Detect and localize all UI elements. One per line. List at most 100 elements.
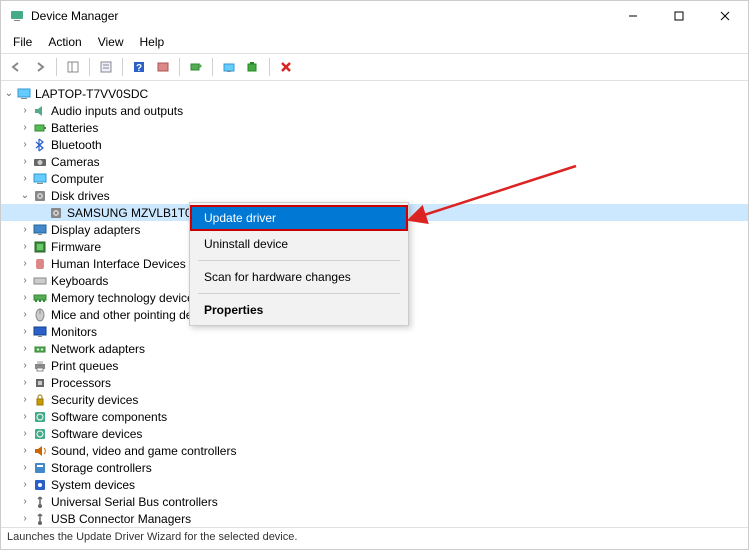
tree-category[interactable]: ›Sound, video and game controllers <box>1 442 748 459</box>
tree-category[interactable]: › Security devices <box>1 391 748 408</box>
tree-category[interactable]: › USB Connector Managers <box>1 510 748 527</box>
chevron-down-icon[interactable]: ⌄ <box>3 88 15 99</box>
chevron-icon[interactable]: › <box>19 411 31 422</box>
minimize-button[interactable] <box>610 1 656 31</box>
tree-category-label: Human Interface Devices <box>51 257 186 271</box>
svg-text:?: ? <box>136 63 142 74</box>
tree-category-label: Cameras <box>51 155 100 169</box>
menu-file[interactable]: File <box>5 33 40 51</box>
app-icon <box>9 8 25 24</box>
tree-category-label: Security devices <box>51 393 138 407</box>
tree-category[interactable]: ›Bluetooth <box>1 136 748 153</box>
tree-category[interactable]: › Batteries <box>1 119 748 136</box>
ctx-uninstall-device[interactable]: Uninstall device <box>190 231 408 257</box>
tree-category[interactable]: › Software components <box>1 408 748 425</box>
tree-category-label: Keyboards <box>51 274 108 288</box>
back-button[interactable] <box>5 56 27 78</box>
ctx-update-driver[interactable]: Update driver <box>190 205 408 231</box>
tree-category[interactable]: ›Computer <box>1 170 748 187</box>
storage-icon <box>32 460 48 476</box>
chevron-icon[interactable]: › <box>19 122 31 133</box>
chevron-icon[interactable]: › <box>19 326 31 337</box>
tree-category[interactable]: ›System devices <box>1 476 748 493</box>
tree-category-label: USB Connector Managers <box>51 512 191 526</box>
chevron-icon[interactable]: › <box>19 309 31 320</box>
tree-category[interactable]: ›Universal Serial Bus controllers <box>1 493 748 510</box>
action-button[interactable] <box>152 56 174 78</box>
menu-view[interactable]: View <box>90 33 132 51</box>
toolbar-separator <box>89 58 90 76</box>
camera-icon <box>32 154 48 170</box>
chevron-icon[interactable]: › <box>19 343 31 354</box>
tree-category[interactable]: ›Audio inputs and outputs <box>1 102 748 119</box>
scan-button[interactable] <box>185 56 207 78</box>
context-menu: Update driver Uninstall device Scan for … <box>189 202 409 326</box>
toolbar-separator <box>212 58 213 76</box>
ctx-scan-hardware[interactable]: Scan for hardware changes <box>190 264 408 290</box>
computer-icon <box>16 86 32 102</box>
hid-icon <box>32 256 48 272</box>
menu-help[interactable]: Help <box>132 33 173 51</box>
tree-category[interactable]: ›Network adapters <box>1 340 748 357</box>
tree-category-label: Memory technology devices <box>51 291 200 305</box>
chevron-icon[interactable]: › <box>19 377 31 388</box>
mouse-icon <box>32 307 48 323</box>
tree-category-label: Processors <box>51 376 111 390</box>
delete-button[interactable] <box>275 56 297 78</box>
chevron-icon[interactable]: › <box>19 105 31 116</box>
update-button[interactable] <box>218 56 240 78</box>
help-button[interactable]: ? <box>128 56 150 78</box>
uninstall-button[interactable] <box>242 56 264 78</box>
chevron-icon[interactable]: › <box>19 360 31 371</box>
memory-icon <box>32 290 48 306</box>
toolbar-separator <box>179 58 180 76</box>
tree-category-label: Batteries <box>51 121 98 135</box>
tree-category-label: Software devices <box>51 427 142 441</box>
tree-category[interactable]: › Processors <box>1 374 748 391</box>
device-manager-window: Device Manager File Action View Help ? ⌄… <box>0 0 749 550</box>
tree-category-label: Display adapters <box>51 223 140 237</box>
tree-category[interactable]: › Cameras <box>1 153 748 170</box>
chevron-icon[interactable]: › <box>19 513 31 524</box>
tree-category[interactable]: › Software devices <box>1 425 748 442</box>
usb-icon <box>32 511 48 527</box>
system-icon <box>32 477 48 493</box>
chevron-icon[interactable]: › <box>19 224 31 235</box>
toolbar-separator <box>269 58 270 76</box>
tree-category[interactable]: ›Storage controllers <box>1 459 748 476</box>
chevron-icon[interactable]: › <box>19 462 31 473</box>
chevron-icon[interactable]: › <box>19 241 31 252</box>
chevron-icon[interactable]: › <box>19 292 31 303</box>
tree-root[interactable]: ⌄LAPTOP-T7VV0SDC <box>1 85 748 102</box>
menu-action[interactable]: Action <box>40 33 89 51</box>
forward-button[interactable] <box>29 56 51 78</box>
chevron-icon[interactable]: › <box>19 394 31 405</box>
chevron-icon[interactable]: ⌄ <box>19 190 31 201</box>
chevron-icon[interactable]: › <box>19 496 31 507</box>
monitor-icon <box>32 324 48 340</box>
properties-button[interactable] <box>95 56 117 78</box>
chevron-icon[interactable]: › <box>19 275 31 286</box>
close-button[interactable] <box>702 1 748 31</box>
tree-category-label: Disk drives <box>51 189 110 203</box>
audio-icon <box>32 103 48 119</box>
computer-icon <box>32 171 48 187</box>
battery-icon <box>32 120 48 136</box>
sound-icon <box>32 443 48 459</box>
tree-category-label: Software components <box>51 410 167 424</box>
device-tree-pane[interactable]: ⌄LAPTOP-T7VV0SDC›Audio inputs and output… <box>1 81 748 527</box>
chevron-icon[interactable]: › <box>19 445 31 456</box>
tree-category-label: Monitors <box>51 325 97 339</box>
chevron-icon[interactable]: › <box>19 479 31 490</box>
software-icon <box>32 409 48 425</box>
toolbar-separator <box>56 58 57 76</box>
chevron-icon[interactable]: › <box>19 258 31 269</box>
chevron-icon[interactable]: › <box>19 173 31 184</box>
tree-category[interactable]: ›Print queues <box>1 357 748 374</box>
chevron-icon[interactable]: › <box>19 428 31 439</box>
chevron-icon[interactable]: › <box>19 156 31 167</box>
ctx-properties[interactable]: Properties <box>190 297 408 323</box>
chevron-icon[interactable]: › <box>19 139 31 150</box>
show-hide-tree-button[interactable] <box>62 56 84 78</box>
maximize-button[interactable] <box>656 1 702 31</box>
